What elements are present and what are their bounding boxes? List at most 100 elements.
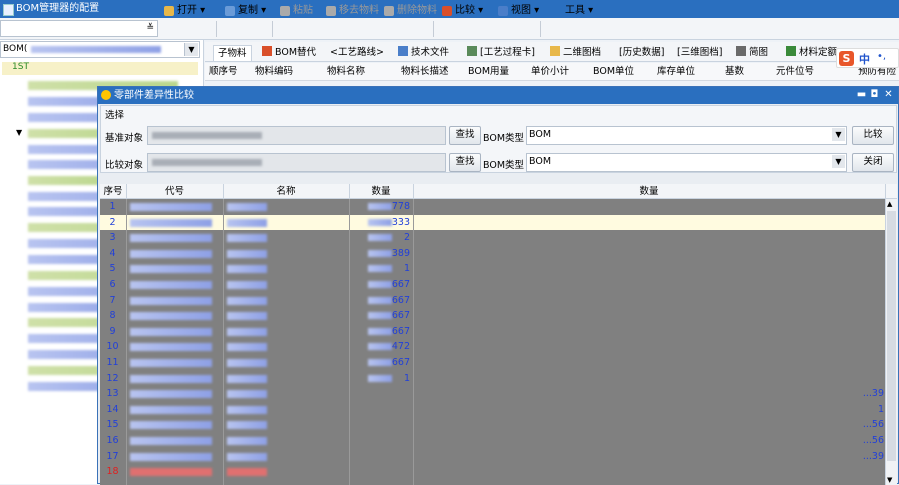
minimize-icon[interactable]: ▬ — [856, 88, 867, 101]
grid-row[interactable]: 7 667 — [100, 293, 885, 309]
grid-col-name[interactable]: 名称 — [223, 184, 350, 199]
row-seq: 15 — [106, 419, 119, 431]
tab-8[interactable]: 简图 — [736, 45, 768, 61]
2d-drawing-icon — [550, 46, 560, 56]
base-object-input[interactable] — [147, 126, 446, 145]
grid-row[interactable]: 18 — [100, 464, 885, 480]
grid-row[interactable]: 14 1 — [100, 402, 885, 418]
chevron-down-icon[interactable]: ▼ — [832, 128, 845, 141]
row-qty: 1 — [403, 372, 410, 384]
grid-row[interactable]: 10 472 — [100, 339, 885, 355]
grid-row[interactable]: 4 389 — [100, 246, 885, 262]
toolbar-item-0[interactable]: 打开 ▾ — [163, 3, 205, 19]
row-qty-compare: ...39 — [862, 450, 884, 462]
row-seq: 8 — [109, 310, 116, 322]
grid-row[interactable]: 15 ...56 — [100, 417, 885, 433]
row-name — [227, 265, 267, 274]
main-col-header[interactable]: 元件位号 — [776, 63, 814, 81]
grid-row[interactable]: 16 ...56 — [100, 433, 885, 449]
main-col-header[interactable]: 物料编码 — [255, 63, 293, 81]
main-col-header[interactable]: 物料长描述 — [401, 63, 449, 81]
compare-button[interactable]: 比较 — [852, 126, 894, 145]
row-code — [130, 281, 212, 289]
toolbar-item-1[interactable]: 复制 ▾ — [224, 3, 266, 19]
scroll-down-icon[interactable]: ▼ — [887, 476, 892, 484]
find-base-button[interactable]: 查找 — [449, 126, 481, 145]
toolbar-item-2[interactable]: 粘贴 — [279, 3, 313, 19]
grid-vertical-scrollbar[interactable]: ▲ ▼ — [885, 199, 897, 485]
find-compare-button[interactable]: 查找 — [449, 153, 481, 172]
main-col-header[interactable]: 物料名称 — [327, 63, 365, 81]
row-seq: 13 — [106, 388, 119, 400]
row-qty: 667 — [391, 279, 410, 290]
tree-root-node[interactable]: 1ST — [2, 62, 198, 75]
row-qty-compare — [860, 230, 884, 246]
base-object-label: 基准对象 — [105, 133, 144, 144]
sogou-icon: S — [839, 51, 854, 66]
toolbar-item-6[interactable]: 视图 ▾ — [497, 3, 539, 19]
main-col-header[interactable]: 基数 — [725, 63, 744, 81]
row-seq: 6 — [109, 279, 116, 290]
tree-expand-icon[interactable]: ▼ — [16, 128, 22, 137]
grid-col-seq[interactable]: 序号 — [100, 184, 127, 199]
tab-7[interactable]: [三维图档] — [677, 45, 722, 61]
grid-col-code[interactable]: 代号 — [126, 184, 224, 199]
scroll-up-icon[interactable]: ▲ — [887, 200, 892, 208]
ime-indicator[interactable]: S 中 •, — [836, 48, 899, 68]
grid-col-qty[interactable]: 数量 — [349, 184, 414, 199]
close-button[interactable]: 关闭 — [852, 153, 894, 172]
row-name — [227, 312, 267, 321]
tab-2[interactable]: <工艺路线> — [330, 45, 384, 61]
toolbar-item-7[interactable]: 工具 ▾ — [551, 3, 593, 19]
toolbar-item-5[interactable]: 比较 ▾ — [441, 3, 483, 19]
row-code — [130, 421, 212, 430]
grid-row[interactable]: 11 667 — [100, 355, 885, 371]
chevron-down-icon[interactable]: ▼ — [184, 43, 198, 56]
bom-type-label-2: BOM类型 — [483, 160, 525, 171]
tab-5[interactable]: 二维图档 — [550, 45, 601, 61]
grid-row[interactable]: 1 778 — [100, 199, 885, 215]
scrollbar-thumb[interactable] — [887, 211, 896, 461]
maximize-icon[interactable]: ◘ — [869, 88, 880, 101]
toolbar-item-3[interactable]: 移去物料 — [325, 3, 379, 19]
compare-object-label: 比较对象 — [105, 160, 144, 171]
grid-col-divider — [413, 199, 414, 485]
grid-col-qty-2[interactable]: 数量 — [413, 184, 886, 199]
grid-row[interactable]: 6 667 — [100, 277, 885, 293]
main-col-header[interactable]: 顺序号 — [209, 63, 238, 81]
compare-bom-type-select[interactable]: BOM ▼ — [526, 153, 847, 172]
tab-1[interactable]: BOM替代 — [262, 45, 316, 61]
compare-grid[interactable]: 序号 代号 名称 数量 数量 1 778 2 333 3 2 4 389 5 1 6 667 7 667 8… — [100, 184, 897, 485]
tab-4[interactable]: [工艺过程卡] — [467, 45, 535, 61]
tab-6[interactable]: [历史数据] — [619, 45, 664, 61]
tab-label: 材料定额 — [799, 47, 838, 58]
chevron-down-icon: ≚ — [146, 23, 154, 33]
base-bom-type-select[interactable]: BOM ▼ — [526, 126, 847, 145]
main-col-header[interactable]: BOM单位 — [593, 63, 634, 81]
grid-row[interactable]: 8 667 — [100, 308, 885, 324]
main-col-header[interactable]: 库存单位 — [657, 63, 695, 81]
grid-col-divider — [126, 199, 127, 485]
grid-row[interactable]: 32 — [100, 230, 885, 246]
tab-0[interactable]: 子物料 — [213, 45, 252, 61]
grid-row[interactable]: 13 ...39 — [100, 386, 885, 402]
grid-row[interactable]: 17 ...39 — [100, 449, 885, 465]
object-combo[interactable]: ≚ — [0, 20, 158, 37]
grid-row[interactable]: 12 1 — [100, 371, 885, 387]
compare-object-input[interactable] — [147, 153, 446, 172]
chevron-down-icon[interactable]: ▼ — [832, 155, 845, 168]
grid-row[interactable]: 51 — [100, 261, 885, 277]
close-icon[interactable]: ✕ — [883, 88, 894, 101]
tab-3[interactable]: 技术文件 — [398, 45, 449, 61]
main-col-header[interactable]: BOM用量 — [468, 63, 509, 81]
grid-row[interactable]: 9 667 — [100, 324, 885, 340]
row-qty: 472 — [391, 341, 410, 353]
tab-9[interactable]: 材料定额 — [786, 45, 837, 61]
main-col-header[interactable]: 单价小计 — [531, 63, 569, 81]
row-name — [227, 374, 267, 383]
toolbar-item-4[interactable]: 删除物料 — [383, 3, 437, 19]
grid-row[interactable]: 2 333 — [100, 214, 885, 231]
row-qty: 667 — [391, 357, 410, 368]
dialog-app-icon — [101, 90, 111, 100]
bom-selector-combo[interactable]: BOM( ▼ — [0, 41, 200, 58]
